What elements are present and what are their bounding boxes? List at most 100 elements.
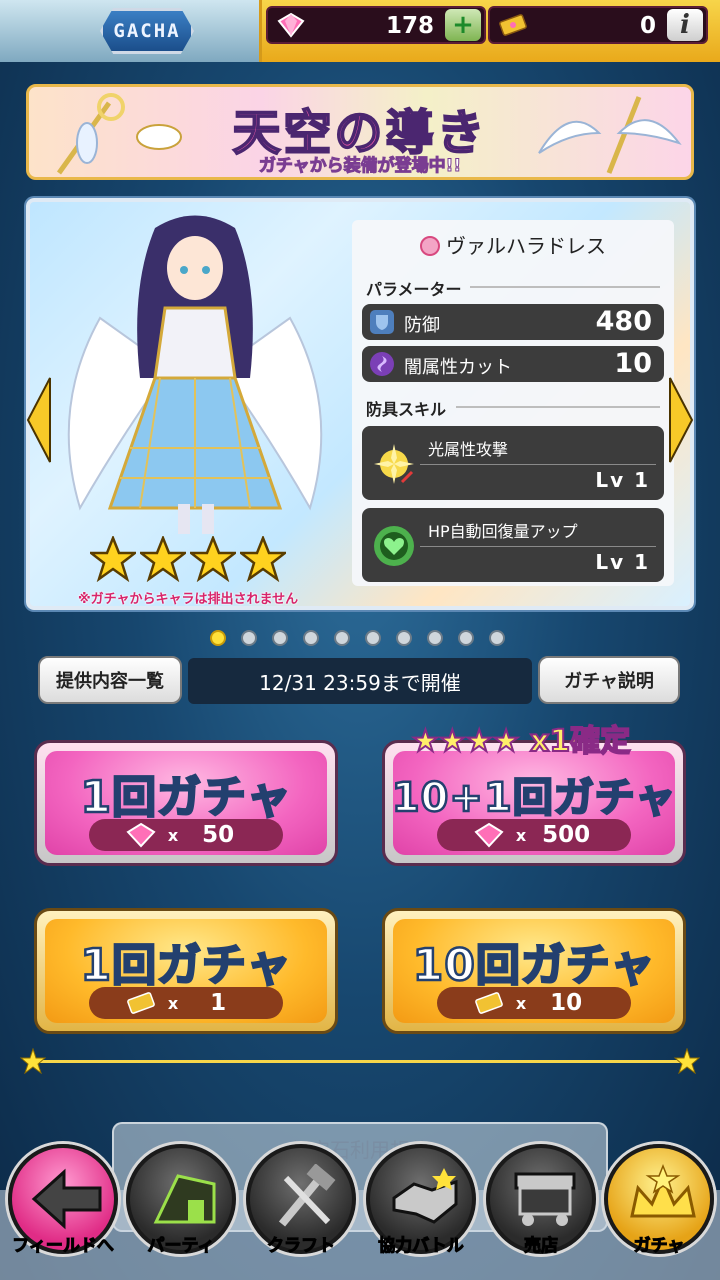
page-dot[interactable] [458,630,474,646]
nav-label: 協力バトル [378,1236,465,1257]
event-period: 12/31 23:59まで開催 [188,658,532,704]
gem-counter: 178 + [266,6,486,44]
page-dot[interactable] [396,630,412,646]
character-illustration [67,215,323,534]
info-icon: i [680,10,690,40]
params-heading: パラメーター [366,280,462,299]
disclaimer-text: ※ガチャからキャラは排出されません [78,592,299,607]
shop-cart-icon [514,1172,576,1226]
guarantee-badge: ★★★★ x1確定 [411,723,631,760]
skill-divider [420,464,656,465]
ticket-count: 0 [639,13,656,39]
nav-field-button[interactable]: フィールドへ [8,1144,118,1257]
hammer-saw-icon [278,1164,336,1227]
gacha-title: 10+1回ガチャ [390,774,677,823]
cost-amount: 500 [542,822,591,848]
page-dot[interactable] [334,630,350,646]
back-arrow-icon [31,1168,102,1230]
nav-shop-button[interactable]: 売店 [486,1144,596,1257]
gacha-title: 1回ガチャ [79,771,292,825]
gacha-cost: x 50 [89,819,283,851]
single-gem-gacha-button[interactable]: 1回ガチャ x 50 [34,740,338,866]
tent-icon [153,1174,216,1224]
page-dot[interactable] [241,630,257,646]
cost-amount: 50 [202,822,235,848]
param-row-dark-resist: 闇属性カット 10 [362,346,664,382]
multiply-sign: x [515,825,527,845]
nav-label: クラフト [267,1236,336,1257]
nav-label: フィールドへ [12,1236,115,1257]
nav-party-button[interactable]: パーティ [126,1144,236,1257]
item-info-card: ヴァルハラドレス パラメーター 防御 480 闇属性カット 10 防具スキル 光… [352,220,674,586]
multiply-sign: x [167,825,179,845]
gem-icon [126,822,156,848]
info-button[interactable]: i [667,9,703,41]
ticket-icon [499,14,527,36]
multiply-sign: x [167,993,179,1013]
top-bar: GACHA 178 + 0 i [0,0,720,62]
ticket-icon [474,992,503,1014]
ten-ticket-gacha-button[interactable]: 10回ガチャ x 10 [382,908,686,1034]
star-icon [20,1048,46,1074]
item-name: ヴァルハラドレス [446,234,606,258]
page-dot[interactable] [489,630,505,646]
single-ticket-gacha-button[interactable]: 1回ガチャ x 1 [34,908,338,1034]
cost-amount: 1 [210,990,227,1016]
params-divider [470,286,660,288]
page-dot[interactable] [210,630,226,646]
rarity-star-icon [140,536,186,582]
ticket-counter: 0 i [488,6,708,44]
female-symbol-icon [420,236,440,256]
heart-regen-icon [374,526,414,566]
page-dot[interactable] [303,630,319,646]
gacha-cost: x 10 [437,987,631,1019]
skill-name: HP自動回復量アップ [428,522,578,541]
gacha-cost: x 500 [437,819,631,851]
nav-craft-button[interactable]: クラフト [246,1144,356,1257]
nav-gacha-button[interactable]: ガチャ [604,1144,714,1257]
gacha-title: 10回ガチャ [411,939,656,993]
light-attack-icon [374,444,414,484]
handshake-icon [392,1168,458,1224]
featured-item-panel: ※ガチャからキャラは排出されません ヴァルハラドレス パラメーター 防御 480… [26,198,694,610]
nav-coop-battle-button[interactable]: 協力バトル [366,1144,476,1257]
nav-label: パーティ [147,1236,215,1257]
shield-icon [370,310,394,334]
gacha-cost: x 1 [89,987,283,1019]
rarity-star-icon [190,536,236,582]
nav-label: 売店 [524,1236,559,1257]
event-banner[interactable]: 天空の導き ガチャから装備が登場中!! [26,84,694,180]
multiply-sign: x [515,993,527,1013]
cost-amount: 10 [550,990,583,1016]
skills-divider [456,406,660,408]
gacha-logo: GACHA [100,8,194,54]
plus-icon: + [452,10,474,40]
param-label: 闇属性カット [404,357,512,378]
banner-subtitle: ガチャから装備が登場中!! [258,156,462,177]
gacha-explain-button[interactable]: ガチャ説明 [538,656,680,704]
section-divider [36,1060,686,1063]
page-indicator [210,630,505,646]
rarity-stars [90,536,286,582]
param-value: 10 [614,348,652,379]
skill-row-light-attack[interactable]: 光属性攻撃 Lv 1 [362,426,664,500]
skill-row-hp-regen[interactable]: HP自動回復量アップ Lv 1 [362,508,664,582]
add-gems-button[interactable]: + [445,9,481,41]
nav-label: ガチャ [633,1236,685,1257]
gacha-title: 1回ガチャ [79,939,292,993]
page-dot[interactable] [427,630,443,646]
gem-icon [277,12,305,38]
prev-arrow-icon[interactable] [26,376,52,464]
item-name-row: ヴァルハラドレス [352,230,674,259]
page-dot[interactable] [365,630,381,646]
skill-divider [420,546,656,547]
param-value: 480 [595,306,652,337]
ticket-icon [126,992,155,1014]
skill-level: Lv 1 [595,550,650,574]
lineup-button[interactable]: 提供内容一覧 [38,656,182,704]
skill-name: 光属性攻撃 [428,440,509,459]
next-arrow-icon[interactable] [668,376,694,464]
param-row-defense: 防御 480 [362,304,664,340]
crown-star-icon [630,1164,696,1218]
page-dot[interactable] [272,630,288,646]
